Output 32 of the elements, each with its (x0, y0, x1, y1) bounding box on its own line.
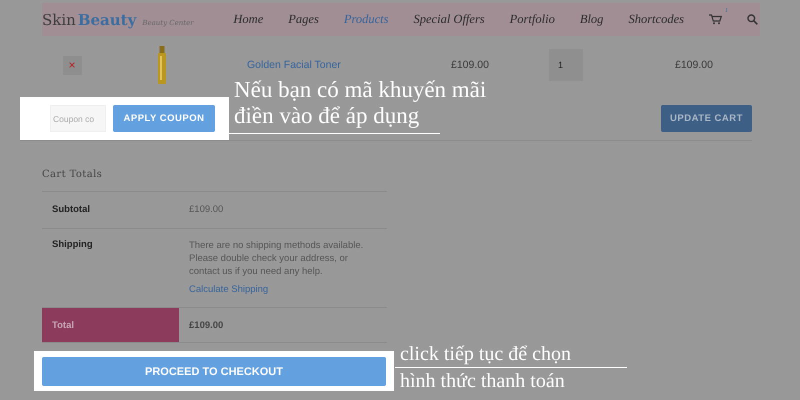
nav-link[interactable]: Pages (288, 12, 319, 27)
total-label: Total (42, 308, 179, 342)
apply-coupon-button[interactable]: APPLY COUPON (113, 105, 215, 132)
search-icon[interactable] (747, 14, 758, 25)
quantity-field[interactable]: 1 (549, 49, 583, 81)
update-cart-button[interactable]: UPDATE CART (661, 105, 752, 132)
product-bottle-drawing (157, 46, 167, 84)
product-link[interactable]: Golden Facial Toner (247, 59, 341, 71)
annotation-text: Nếu bạn có mã khuyến mãi (234, 77, 486, 103)
annotation-text: điền vào để áp dụng (234, 103, 420, 129)
nav-link[interactable]: Products (344, 12, 388, 27)
total-value: £109.00 (189, 320, 224, 330)
nav-link[interactable]: Home (233, 12, 264, 27)
annotation-text: hình thức thanh toán (400, 369, 566, 394)
total-text: £109.00 (675, 59, 713, 71)
row-label: Shipping (52, 239, 93, 250)
price-text: £109.00 (451, 59, 489, 71)
calculate-shipping-link[interactable]: Calculate Shipping (189, 284, 268, 295)
nav-link[interactable]: Portfolio (510, 12, 555, 27)
nav-link[interactable]: Shortcodes (628, 12, 684, 27)
shipping-note: There are no shipping methods available. Please double check your address, or contact us if you need any help. (189, 239, 364, 278)
annotation-text: click tiếp tục để chọn (400, 342, 572, 367)
remove-button[interactable]: × (62, 56, 82, 74)
coupon-field[interactable]: Coupon co (50, 105, 106, 132)
row-label: Subtotal (52, 204, 90, 215)
nav-link[interactable]: Blog (580, 12, 604, 27)
cart-icon[interactable] (709, 14, 722, 25)
nav-link[interactable]: Special Offers (414, 12, 485, 27)
cart-totals-heading: Cart Totals (42, 169, 387, 192)
row-value: £109.00 (189, 204, 224, 215)
checkout-button[interactable]: PROCEED TO CHECKOUT (42, 357, 386, 386)
logo-text[interactable]: Skin (42, 10, 76, 28)
